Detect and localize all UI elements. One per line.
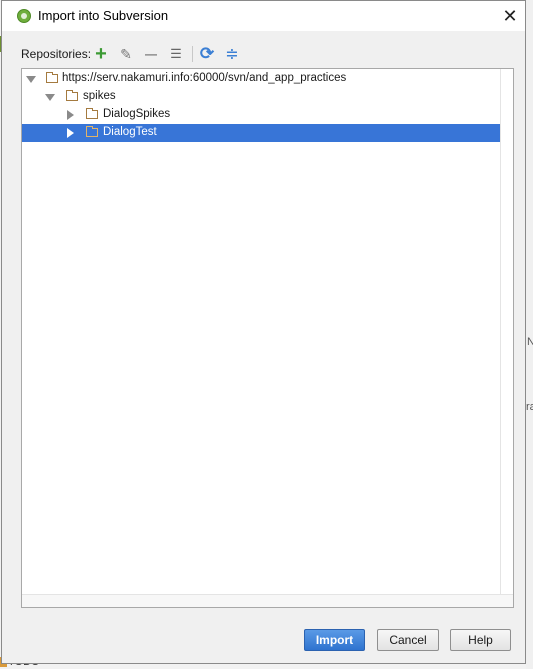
folder-icon: [66, 90, 78, 101]
remove-icon[interactable]: —: [141, 44, 161, 64]
folder-icon: [46, 72, 58, 83]
tree-node-label: https://serv.nakamuri.info:60000/svn/and…: [62, 72, 347, 84]
import-button[interactable]: Import: [304, 629, 365, 651]
folder-icon: [86, 108, 98, 119]
help-button[interactable]: Help: [450, 629, 511, 651]
refresh-icon[interactable]: ⟳: [197, 44, 217, 64]
vertical-scrollbar[interactable]: [500, 69, 513, 595]
close-icon: ✕: [502, 5, 518, 26]
dialog-title: Import into Subversion: [38, 8, 169, 23]
android-studio-icon: [17, 9, 31, 23]
expand-arrow-icon[interactable]: [67, 110, 74, 120]
expand-arrow-icon[interactable]: [26, 76, 36, 83]
tree-node-label: DialogSpikes: [103, 108, 171, 120]
repositories-label: Repositories:: [21, 47, 92, 61]
folder-icon: [86, 126, 98, 137]
ide-right-edge: N ra: [526, 0, 533, 669]
import-dialog: Import into Subversion ✕ Repositories: +…: [1, 0, 526, 664]
expand-arrow-icon[interactable]: [45, 94, 55, 101]
repository-tree[interactable]: https://serv.nakamuri.info:60000/svn/and…: [21, 68, 514, 608]
tree-node-root[interactable]: https://serv.nakamuri.info:60000/svn/and…: [22, 70, 500, 88]
tree-node-label: spikes: [83, 90, 116, 102]
horizontal-scrollbar[interactable]: [22, 594, 513, 607]
tree-node-dialogtest[interactable]: DialogTest: [22, 124, 500, 142]
cancel-button[interactable]: Cancel: [377, 629, 439, 651]
tree-node-spikes[interactable]: spikes: [22, 88, 500, 106]
collapse-icon[interactable]: ≑: [222, 44, 242, 64]
edit-icon[interactable]: ✎: [116, 44, 136, 64]
tree-node-dialogspikes[interactable]: DialogSpikes: [22, 106, 500, 124]
toolbar-separator: [192, 46, 193, 62]
close-button[interactable]: ✕: [495, 1, 525, 31]
title-bar: Import into Subversion ✕: [2, 1, 525, 31]
ide-fragment-text: N: [527, 336, 533, 348]
ide-fragment-text: ra: [526, 401, 533, 413]
repositories-toolbar: Repositories: + ✎ — ☰ ⟳ ≑: [2, 41, 525, 67]
expand-arrow-icon[interactable]: [67, 128, 74, 138]
browse-icon[interactable]: ☰: [166, 44, 186, 64]
add-icon[interactable]: +: [91, 43, 111, 65]
tree-node-label: DialogTest: [103, 126, 157, 138]
